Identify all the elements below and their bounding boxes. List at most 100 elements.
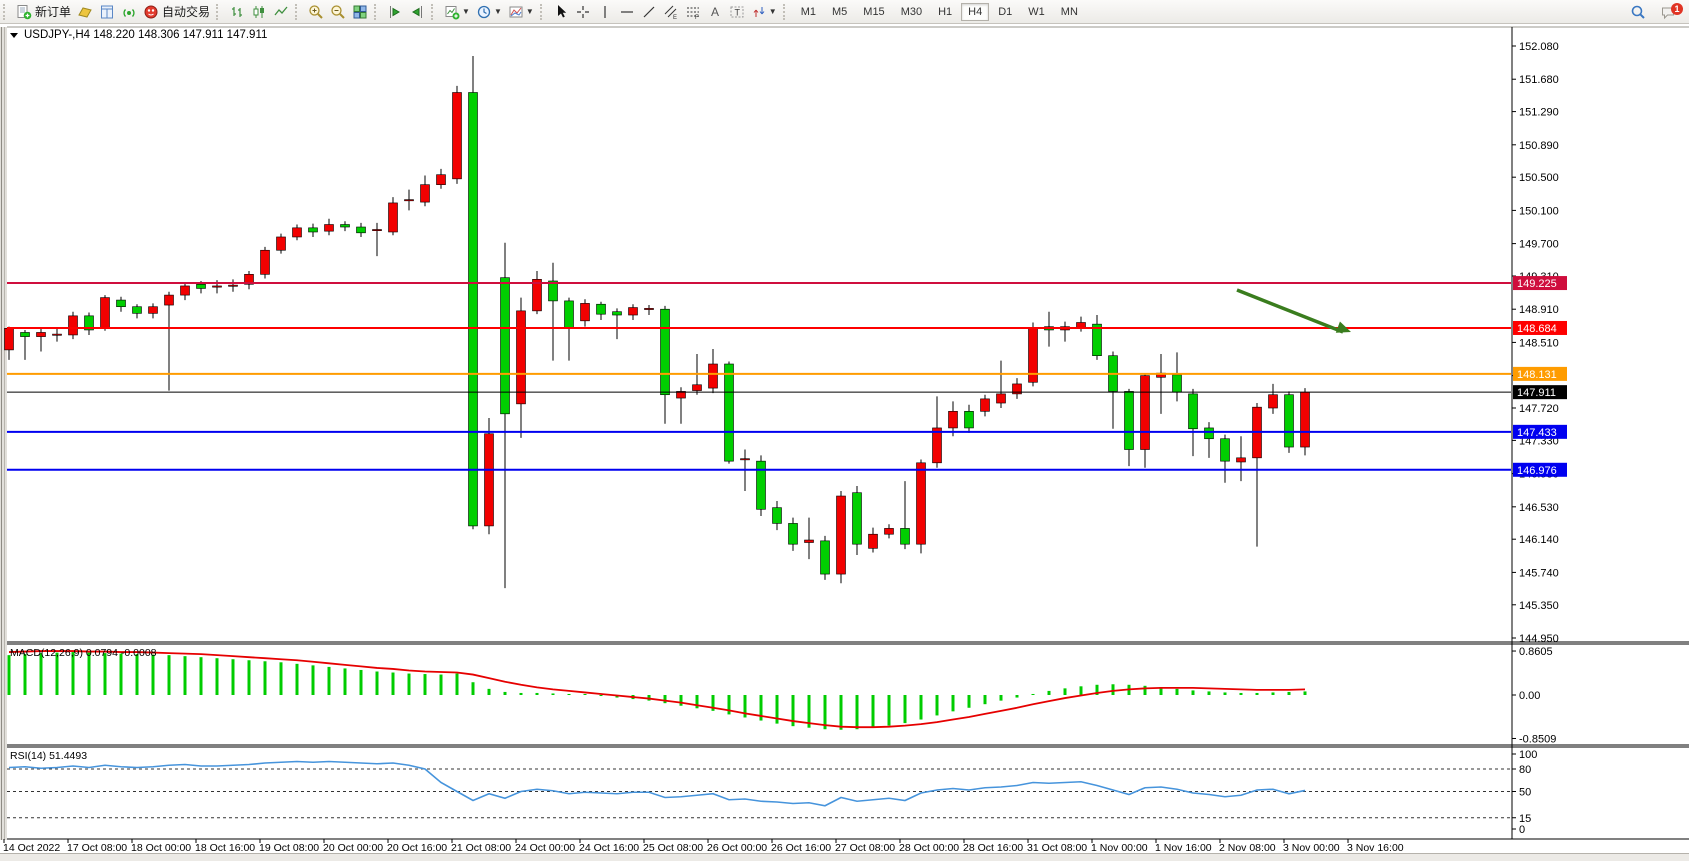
price-tick-label: 149.700 [1519, 239, 1559, 251]
timeframe-button-M15[interactable]: M15 [856, 3, 891, 21]
price-tick-label: 152.080 [1519, 41, 1559, 53]
chart-shift-button[interactable] [406, 2, 428, 22]
text-button[interactable]: A [704, 2, 726, 22]
time-axis-label[interactable]: 28 Oct 00:00 [899, 842, 959, 853]
text-label-button[interactable]: T [726, 2, 748, 22]
horizontal-line-button[interactable] [616, 2, 638, 22]
trendline-icon [644, 7, 654, 17]
candle-body [1285, 395, 1294, 447]
time-axis-label[interactable]: 31 Oct 08:00 [1027, 842, 1087, 853]
timeframe-button-M5[interactable]: M5 [825, 3, 854, 21]
cursor-icon [558, 5, 566, 18]
chart-shift-icon [413, 6, 422, 18]
new-order-button[interactable]: 新订单 [13, 2, 74, 22]
candle-body [661, 309, 670, 395]
autotrading-button[interactable]: 自动交易 [140, 2, 213, 22]
time-axis-label[interactable]: 20 Oct 00:00 [323, 842, 383, 853]
macd-tick-label: 0.8605 [1519, 646, 1553, 658]
chart-window[interactable]: 152.080151.680151.290150.890150.500150.1… [0, 24, 1689, 853]
candle-body [293, 228, 302, 237]
time-axis-label[interactable]: 1 Nov 00:00 [1091, 842, 1148, 853]
main-toolbar: 新订单 自动交易 ▼ ▼ ▼ EFAT ▼ M1M5M15M30H1H4D1W1MN 1 [0, 0, 1689, 24]
macd-tick-label: 0.00 [1519, 690, 1540, 702]
time-axis-label[interactable]: 25 Oct 08:00 [643, 842, 703, 853]
new-chart-button[interactable]: ▼ [441, 2, 473, 22]
chevron-down-icon[interactable]: ▼ [462, 7, 470, 16]
time-axis-label[interactable]: 26 Oct 00:00 [707, 842, 767, 853]
zoom-in-button[interactable] [305, 2, 327, 22]
equidistant-channel-button[interactable]: E [660, 2, 682, 22]
time-axis-label[interactable]: 28 Oct 16:00 [963, 842, 1023, 853]
periods-button[interactable]: ▼ [473, 2, 505, 22]
candle-body [821, 541, 830, 574]
chevron-down-icon[interactable]: ▼ [526, 7, 534, 16]
time-axis-label[interactable]: 18 Oct 16:00 [195, 842, 255, 853]
templates-button[interactable]: ▼ [505, 2, 537, 22]
price-tick-label: 151.290 [1519, 107, 1559, 119]
time-axis-label[interactable]: 24 Oct 00:00 [515, 842, 575, 853]
price-tick-label: 147.720 [1519, 403, 1559, 415]
chevron-down-icon[interactable]: ▼ [769, 7, 777, 16]
time-axis-label[interactable]: 17 Oct 08:00 [67, 842, 127, 853]
timeframe-button-D1[interactable]: D1 [991, 3, 1019, 21]
candle-body [949, 411, 958, 428]
status-bar [0, 853, 1689, 861]
time-axis-label[interactable]: 19 Oct 08:00 [259, 842, 319, 853]
line-chart-button[interactable] [270, 2, 292, 22]
time-axis-label[interactable]: 1 Nov 16:00 [1155, 842, 1212, 853]
price-tick-label: 150.500 [1519, 172, 1559, 184]
time-axis-label[interactable]: 26 Oct 16:00 [771, 842, 831, 853]
tile-windows-button[interactable] [349, 2, 371, 22]
vertical-line-button[interactable] [594, 2, 616, 22]
toolbar-grip [431, 4, 437, 20]
trend-arrow[interactable] [1237, 290, 1343, 332]
notifications-button[interactable]: 1 [1657, 2, 1679, 22]
candle-body [229, 285, 238, 286]
metaeditor-button[interactable] [74, 2, 96, 22]
timeframe-button-MN[interactable]: MN [1054, 3, 1085, 21]
price-tick-label: 150.100 [1519, 205, 1559, 217]
time-axis-label[interactable]: 18 Oct 00:00 [131, 842, 191, 853]
timeframe-button-M1[interactable]: M1 [794, 3, 823, 21]
price-chart-canvas[interactable]: 152.080151.680151.290150.890150.500150.1… [0, 24, 1689, 853]
time-axis-label[interactable]: 24 Oct 16:00 [579, 842, 639, 853]
time-axis-label[interactable]: 14 Oct 2022 [3, 842, 60, 853]
candle-body [437, 175, 446, 185]
bar-chart-button[interactable] [226, 2, 248, 22]
timeframe-button-H4[interactable]: H4 [961, 3, 989, 21]
time-axis-label[interactable]: 20 Oct 16:00 [387, 842, 447, 853]
arrows-button[interactable]: ▼ [748, 2, 780, 22]
text-icon: A [711, 5, 719, 19]
candle-body [1205, 428, 1214, 439]
data-window-icon [102, 6, 113, 18]
cursor-button[interactable] [550, 2, 572, 22]
time-axis-label[interactable]: 27 Oct 08:00 [835, 842, 895, 853]
signals-button[interactable] [118, 2, 140, 22]
candle-body [101, 298, 110, 329]
candle-body [1301, 392, 1310, 447]
time-axis-label[interactable]: 3 Nov 16:00 [1347, 842, 1404, 853]
toolbar-grip [540, 4, 546, 20]
candle-body [197, 284, 206, 288]
candle-body [901, 528, 910, 544]
timeframe-button-W1[interactable]: W1 [1021, 3, 1052, 21]
fibonacci-button[interactable]: F [682, 2, 704, 22]
search-button[interactable] [1627, 2, 1649, 22]
candle-body [773, 508, 782, 524]
time-axis-label[interactable]: 21 Oct 08:00 [451, 842, 511, 853]
time-axis-label[interactable]: 2 Nov 08:00 [1219, 842, 1276, 853]
timeframe-button-M30[interactable]: M30 [894, 3, 929, 21]
data-window-button[interactable] [96, 2, 118, 22]
time-axis-label[interactable]: 3 Nov 00:00 [1283, 842, 1340, 853]
auto-scroll-button[interactable] [384, 2, 406, 22]
candlestick-chart-button[interactable] [248, 2, 270, 22]
zoom-out-button[interactable] [327, 2, 349, 22]
toolbar-grip [216, 4, 222, 20]
candle-body [165, 295, 174, 305]
candle-body [933, 428, 942, 463]
timeframe-button-H1[interactable]: H1 [931, 3, 959, 21]
trendline-button[interactable] [638, 2, 660, 22]
symbol-dropdown-icon[interactable] [10, 33, 18, 38]
crosshair-button[interactable] [572, 2, 594, 22]
chevron-down-icon[interactable]: ▼ [494, 7, 502, 16]
